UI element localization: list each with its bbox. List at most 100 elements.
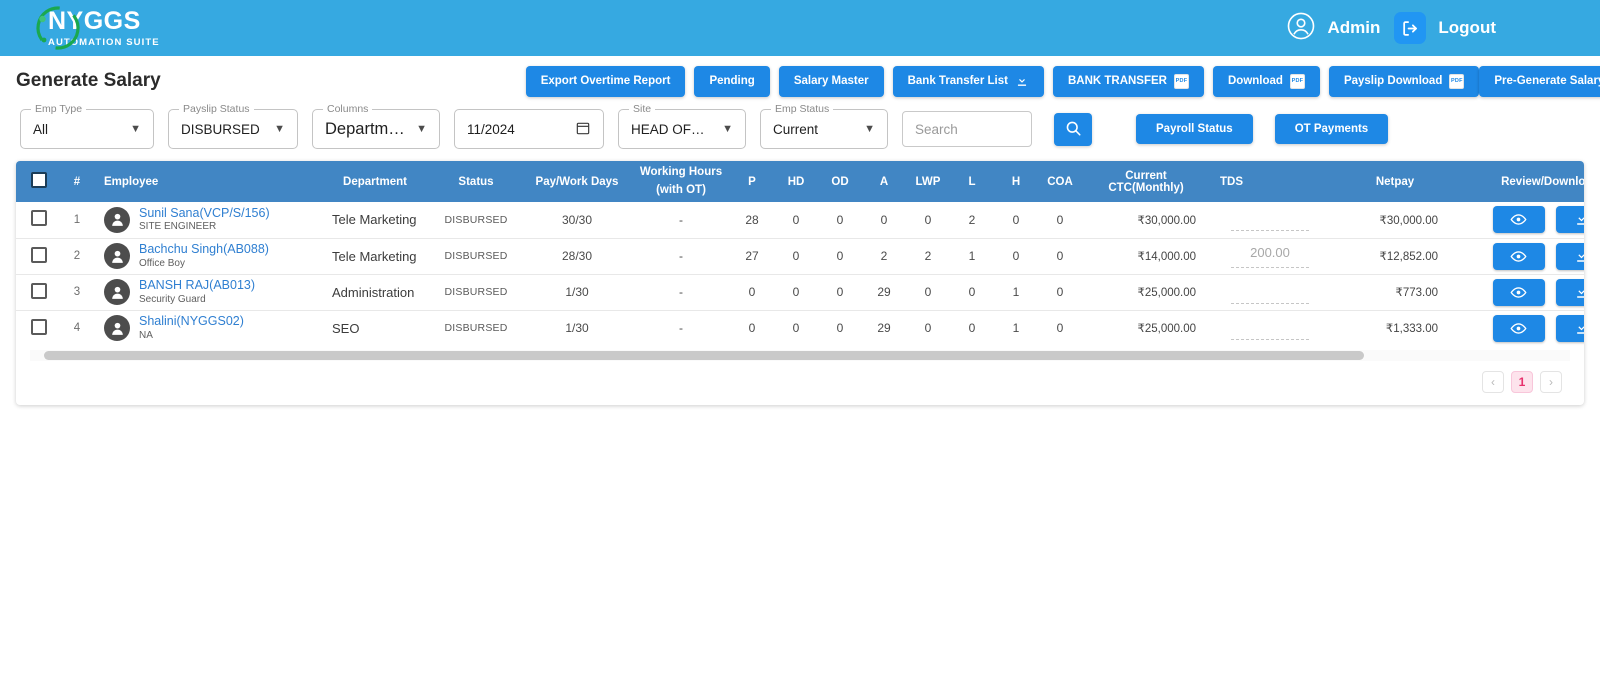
download-payslip-button[interactable] [1555,242,1584,270]
site-legend: Site [629,103,656,115]
logout-label: Logout [1438,18,1496,37]
employee-name-link[interactable]: Bachchu Singh(AB088) [139,242,269,258]
employee-name-link[interactable]: BANSH RAJ(AB013) [139,278,255,294]
cell-coa: 0 [1038,274,1082,311]
logout-button[interactable]: Logout [1394,12,1496,44]
pagination: ‹ 1 › [16,361,1584,405]
cell-pay_work_days: 1/30 [522,274,632,311]
table-row: 1 Sunil Sana(VCP/S/156) SITE ENGINEER Tele … [16,202,1584,239]
calendar-icon[interactable] [565,120,591,139]
payroll-status-button[interactable]: Payroll Status [1136,114,1253,144]
app-logo[interactable]: NYGGS AUTOMATION SUITE [32,2,160,54]
site-select[interactable]: Site HEAD OFFICE. ▼ [618,103,746,149]
ot-payments-button[interactable]: OT Payments [1274,114,1389,144]
chevron-down-icon: ▼ [416,122,427,135]
review-button[interactable] [1492,278,1545,306]
emp-status-select[interactable]: Emp Status Current ▼ [760,103,888,149]
month-year-value: 11/2024 [467,121,515,137]
cell-index: 2 [62,238,92,275]
tds-input-underline [1231,302,1309,304]
user-menu[interactable]: Admin [1286,11,1380,46]
review-button[interactable] [1492,242,1545,270]
row-select-cell [16,238,62,275]
index-header: # [62,161,92,202]
action-toolbar: Generate Salary Export Overtime Report P… [0,63,1600,99]
employee-cell: Shalini(NYGGS02) NA [92,310,320,346]
cell-hd: 0 [774,274,818,311]
cell-od: 0 [818,274,862,311]
review-button[interactable] [1492,314,1545,342]
salary-master-button[interactable]: Salary Master [778,65,884,97]
columns-legend: Columns [323,103,373,115]
pdf-icon: PDF [1449,73,1465,89]
cell-coa: 0 [1038,202,1082,239]
cell-netpay: ₹773.00 [1330,274,1460,311]
search-input[interactable] [902,111,1032,147]
row-select-cell [16,202,62,239]
row-checkbox[interactable] [31,210,47,227]
search-button[interactable] [1054,112,1092,146]
payslip-status-value: DISBURSED [181,121,260,137]
emp-type-select[interactable]: Emp Type All ▼ [20,103,154,149]
cell-netpay: ₹30,000.00 [1330,202,1460,239]
export-overtime-report-button[interactable]: Export Overtime Report [525,65,686,97]
tds-cell[interactable]: - [1210,274,1330,311]
cell-pay_work_days: 1/30 [522,310,632,346]
row-checkbox[interactable] [31,282,47,299]
cell-od: 0 [818,202,862,239]
select-all-checkbox[interactable] [31,172,47,188]
toolbar-button-group: Export Overtime Report Pending Salary Ma… [525,65,1480,97]
cell-lwp: 0 [906,310,950,346]
cell-a: 2 [862,238,906,275]
h-header: H [994,161,1038,202]
export-overtime-report-label: Export Overtime Report [540,75,671,87]
download-payslip-button[interactable] [1555,278,1584,306]
pre-generate-salary-button[interactable]: Pre-Generate Salary [1479,65,1600,97]
payslip-download-button[interactable]: Payslip Download PDF [1328,65,1480,97]
row-checkbox[interactable] [31,318,47,335]
cell-pay_work_days: 30/30 [522,202,632,239]
pagination-prev-button[interactable]: ‹ [1482,371,1504,393]
cell-l: 0 [950,274,994,311]
tds-cell[interactable]: - [1210,310,1330,346]
cell-department: Tele Marketing [320,202,430,239]
tds-cell[interactable]: - [1210,202,1330,239]
avatar [104,206,130,233]
cell-p: 28 [730,202,774,239]
cell-index: 4 [62,310,92,346]
download-payslip-button[interactable] [1555,314,1584,342]
month-year-input[interactable]: 11/2024 [454,109,604,149]
pending-label: Pending [709,75,755,87]
od-header: OD [818,161,862,202]
pending-button[interactable]: Pending [694,65,770,97]
bank-transfer-button[interactable]: BANK TRANSFER PDF [1052,65,1204,97]
cell-p: 0 [730,274,774,311]
tds-cell[interactable]: 200.00 [1210,238,1330,275]
pagination-next-button[interactable]: › [1540,371,1562,393]
cell-current-ctc: ₹30,000.00 [1082,202,1210,239]
cell-hd: 0 [774,202,818,239]
download-button[interactable]: Download PDF [1212,65,1320,97]
horizontal-scrollbar[interactable] [30,350,1570,361]
table-header: # Employee Department Status Pay/Work Da… [16,161,1584,202]
row-checkbox[interactable] [31,246,47,263]
employee-name-link[interactable]: Sunil Sana(VCP/S/156) [139,206,270,222]
download-payslip-button[interactable] [1555,206,1584,234]
bank-transfer-list-button[interactable]: Bank Transfer List [892,65,1044,97]
employee-cell: Bachchu Singh(AB088) Office Boy [92,238,320,275]
employee-name-link[interactable]: Shalini(NYGGS02) [139,314,244,330]
cell-h: 1 [994,274,1038,311]
bank-transfer-list-label: Bank Transfer List [907,75,1008,87]
cell-pay_work_days: 28/30 [522,238,632,275]
site-value: HEAD OFFICE. [631,121,713,137]
pagination-page-1-button[interactable]: 1 [1511,371,1533,393]
review-button[interactable] [1492,206,1545,234]
download-icon [1015,74,1029,88]
ot-payments-label: OT Payments [1294,123,1369,135]
columns-select[interactable]: Columns Department,... ▼ [312,103,440,149]
scrollbar-thumb[interactable] [44,351,1364,360]
payslip-status-select[interactable]: Payslip Status DISBURSED ▼ [168,103,298,149]
pdf-icon: PDF [1289,73,1305,89]
cell-p: 27 [730,238,774,275]
chevron-down-icon: ▼ [274,122,285,135]
